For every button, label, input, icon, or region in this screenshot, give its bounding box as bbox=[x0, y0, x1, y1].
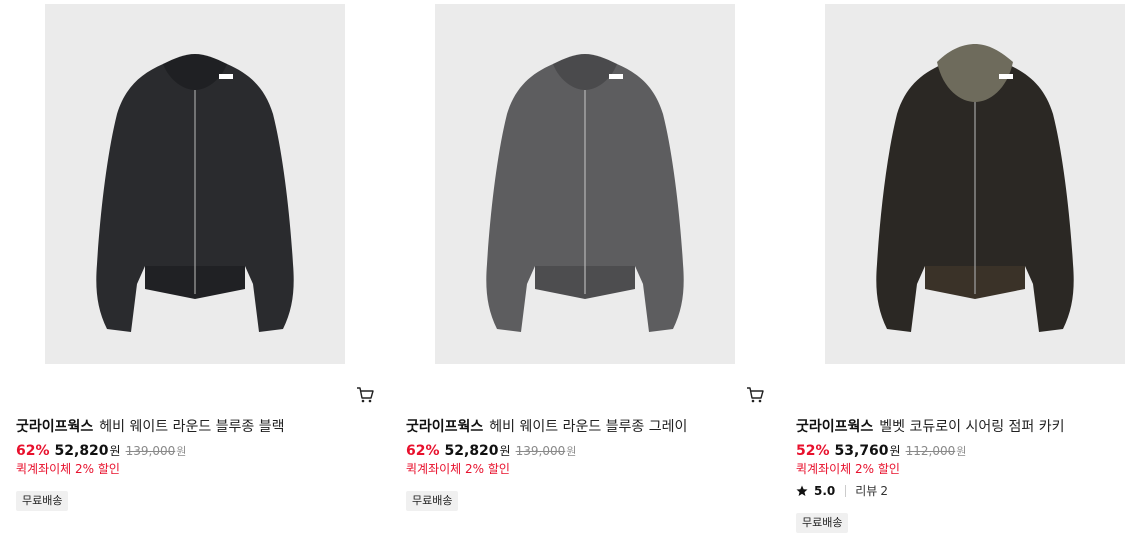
product-card[interactable]: 굿라이프웍스 헤비 웨이트 라운드 블루종 그레이 62% 52,820원 139,0… bbox=[406, 0, 766, 537]
jacket-khaki-image bbox=[825, 4, 1125, 364]
rating-row: 5.0 리뷰 2 bbox=[796, 482, 888, 500]
product-name[interactable]: 헤비 웨이트 라운드 블루종 블랙 bbox=[99, 419, 284, 435]
original-price: 139,000 bbox=[515, 444, 566, 458]
discount-rate: 52% bbox=[796, 443, 830, 459]
sale-price: 53,760 bbox=[834, 443, 889, 459]
price-row: 62% 52,820원 139,000원 bbox=[16, 441, 186, 462]
product-title[interactable]: 굿라이프웍스 벨벳 코듀로이 시어링 점퍼 카키 bbox=[796, 417, 1134, 437]
product-grid: 굿라이프웍스 헤비 웨이트 라운드 블루종 블랙 62% 52,820원 139,00… bbox=[0, 0, 1134, 537]
review-count: 2 bbox=[880, 484, 888, 498]
product-image[interactable] bbox=[45, 4, 345, 364]
free-shipping-badge: 무료배송 bbox=[796, 513, 849, 533]
jacket-black-image bbox=[45, 4, 345, 364]
currency-label: 원 bbox=[499, 444, 511, 458]
payment-promo: 퀵계좌이체 2% 할인 bbox=[16, 462, 120, 476]
product-image[interactable] bbox=[825, 4, 1125, 364]
product-card[interactable]: 굿라이프웍스 헤비 웨이트 라운드 블루종 블랙 62% 52,820원 139,00… bbox=[16, 0, 376, 537]
discount-rate: 62% bbox=[406, 443, 440, 459]
original-currency-label: 원 bbox=[176, 445, 187, 458]
star-icon bbox=[796, 485, 808, 496]
original-price: 112,000 bbox=[905, 444, 956, 458]
price-row: 52% 53,760원 112,000원 bbox=[796, 441, 966, 462]
currency-label: 원 bbox=[889, 444, 901, 458]
original-currency-label: 원 bbox=[956, 445, 967, 458]
original-price: 139,000 bbox=[125, 444, 176, 458]
product-image[interactable] bbox=[435, 4, 735, 364]
add-to-cart-icon[interactable] bbox=[356, 386, 374, 404]
brand-name[interactable]: 굿라이프웍스 bbox=[796, 419, 873, 435]
sale-price: 52,820 bbox=[54, 443, 109, 459]
rating-value: 5.0 bbox=[814, 484, 836, 498]
product-card[interactable]: 굿라이프웍스 벨벳 코듀로이 시어링 점퍼 카키 52% 53,760원 112,00… bbox=[796, 0, 1134, 537]
product-name[interactable]: 헤비 웨이트 라운드 블루종 그레이 bbox=[489, 419, 687, 435]
original-currency-label: 원 bbox=[566, 445, 577, 458]
free-shipping-badge: 무료배송 bbox=[406, 491, 459, 511]
review-label: 리뷰 bbox=[855, 484, 878, 498]
discount-rate: 62% bbox=[16, 443, 50, 459]
sale-price: 52,820 bbox=[444, 443, 499, 459]
divider bbox=[845, 485, 847, 497]
price-row: 62% 52,820원 139,000원 bbox=[406, 441, 576, 462]
payment-promo: 퀵계좌이체 2% 할인 bbox=[796, 462, 900, 476]
brand-name[interactable]: 굿라이프웍스 bbox=[16, 419, 93, 435]
brand-name[interactable]: 굿라이프웍스 bbox=[406, 419, 483, 435]
jacket-gray-image bbox=[435, 4, 735, 364]
product-title[interactable]: 굿라이프웍스 헤비 웨이트 라운드 블루종 그레이 bbox=[406, 417, 746, 437]
product-title[interactable]: 굿라이프웍스 헤비 웨이트 라운드 블루종 블랙 bbox=[16, 417, 356, 437]
payment-promo: 퀵계좌이체 2% 할인 bbox=[406, 462, 510, 476]
free-shipping-badge: 무료배송 bbox=[16, 491, 69, 511]
product-name[interactable]: 벨벳 코듀로이 시어링 점퍼 카키 bbox=[879, 419, 1064, 435]
add-to-cart-icon[interactable] bbox=[746, 386, 764, 404]
currency-label: 원 bbox=[109, 444, 121, 458]
